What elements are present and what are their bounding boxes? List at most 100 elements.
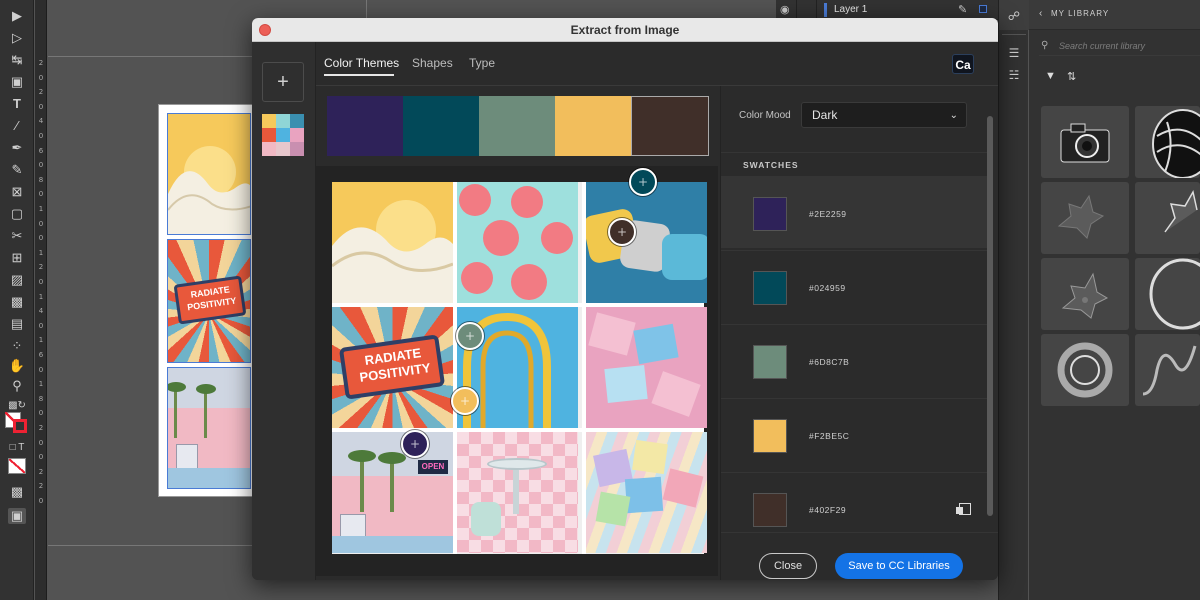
tab-type[interactable]: Type xyxy=(469,56,495,70)
gradient-feather-tool-icon[interactable]: ▩ xyxy=(8,294,26,310)
tab-color-themes[interactable]: Color Themes xyxy=(324,56,399,70)
color-mood-dropdown[interactable]: Dark ⌄ xyxy=(801,102,967,128)
layer-name[interactable]: Layer 1 xyxy=(834,4,867,15)
gradient-swatch-tool-icon[interactable]: ▨ xyxy=(8,272,26,288)
apply-none-icon[interactable] xyxy=(8,458,26,474)
scissors-tool-icon[interactable]: ✂ xyxy=(8,228,26,244)
mosaic-tile-radiate: RADIATE POSITIVITY xyxy=(332,307,453,428)
rectangle-tool-icon[interactable]: ▢ xyxy=(8,206,26,222)
pen-icon[interactable]: ✎ xyxy=(958,3,967,16)
pencil-tool-icon[interactable]: ✎ xyxy=(8,162,26,178)
color-picker-handle[interactable] xyxy=(608,218,636,246)
swatch-chip[interactable] xyxy=(753,493,787,527)
theme-swatch[interactable] xyxy=(555,96,631,156)
dialog-tabs: Color Themes Shapes Type xyxy=(324,42,724,82)
mosaic-tile-candy xyxy=(586,307,707,428)
formatting-affects-container-icon[interactable]: □ T xyxy=(8,440,26,456)
eyedropper-tool-icon[interactable]: ⁘ xyxy=(8,338,26,354)
add-image-button[interactable]: + xyxy=(262,62,304,102)
ruler-tick-label: 0 xyxy=(38,278,44,286)
theme-swatch[interactable] xyxy=(479,96,555,156)
cc-libraries-icon[interactable]: ☵ xyxy=(1005,68,1023,82)
swatch-row[interactable]: #402F29 xyxy=(721,472,987,532)
type-tool-icon[interactable]: T xyxy=(8,96,26,112)
direct-selection-tool-icon[interactable]: ▷ xyxy=(8,30,26,46)
free-transform-tool-icon[interactable]: ⊞ xyxy=(8,250,26,266)
chevron-down-icon: ⌄ xyxy=(949,110,958,121)
swatch-hex: #402F29 xyxy=(809,505,847,515)
screen-mode-icon[interactable]: ▣ xyxy=(8,508,26,524)
ruler-tick-label: 0 xyxy=(38,321,44,330)
swatch-row[interactable]: #6D8C7B xyxy=(721,324,987,396)
arcade-image-frame[interactable] xyxy=(167,367,251,489)
library-item-holly-branch[interactable] xyxy=(1135,182,1200,254)
mosaic-tile-diner xyxy=(457,432,578,553)
color-options-pane: Color Mood Dark ⌄ SWATCHES #2E2259 #0249… xyxy=(720,86,998,580)
gap-tool-icon[interactable]: ↹ xyxy=(8,52,26,68)
color-picker-handle[interactable] xyxy=(629,168,657,196)
rectangle-frame-tool-icon[interactable]: ⊠ xyxy=(8,184,26,200)
pen-tool-icon[interactable]: ✒ xyxy=(8,140,26,156)
ruler-tick-label: 0 xyxy=(38,132,44,140)
sort-icon[interactable]: ⇅ xyxy=(1067,70,1076,83)
wave-image-frame[interactable] xyxy=(167,113,251,235)
mosaic-tile-arcade: OPEN xyxy=(332,432,453,553)
zoom-tool-icon[interactable]: ⚲ xyxy=(8,378,26,394)
save-to-libraries-button[interactable]: Save to CC Libraries xyxy=(835,553,963,579)
library-item-camera[interactable] xyxy=(1041,106,1129,178)
color-picker-handle[interactable] xyxy=(456,322,484,350)
selection-tool-icon[interactable]: ▶ xyxy=(8,8,26,24)
swatch-chip[interactable] xyxy=(753,197,787,231)
line-tool-icon[interactable]: ∕ xyxy=(8,118,26,134)
layer-color-icon[interactable] xyxy=(979,5,987,13)
ruler-tick-label: 2 xyxy=(38,482,44,491)
library-item-holly-sprig[interactable] xyxy=(1041,258,1129,330)
library-item-ring[interactable] xyxy=(1135,258,1200,330)
view-mode-icon[interactable]: ▩ xyxy=(8,484,26,500)
library-item-yarn[interactable] xyxy=(1135,106,1200,178)
document-page[interactable]: RADIATE POSITIVITY xyxy=(158,104,256,497)
tab-shapes[interactable]: Shapes xyxy=(412,56,453,70)
filter-icon[interactable]: ▼ xyxy=(1045,70,1056,82)
theme-swatch[interactable] xyxy=(631,96,709,156)
swatches-scrollbar[interactable] xyxy=(987,116,993,516)
theme-swatch[interactable] xyxy=(403,96,479,156)
copy-icon[interactable] xyxy=(956,503,971,515)
chevron-left-icon[interactable]: ‹ xyxy=(1039,8,1042,19)
color-theme-strip xyxy=(327,96,709,156)
library-item-wave[interactable] xyxy=(1135,334,1200,406)
swatch-chip[interactable] xyxy=(753,345,787,379)
library-search-input[interactable]: Search current library xyxy=(1039,36,1200,56)
active-tab-indicator xyxy=(324,74,394,76)
layers-stack-icon[interactable]: ☰ xyxy=(1005,46,1023,60)
source-image-mosaic[interactable]: RADIATE POSITIVITY OPEN xyxy=(332,168,707,554)
note-tool-icon[interactable]: ▤ xyxy=(8,316,26,332)
visibility-eye-icon[interactable]: ◉ xyxy=(780,3,790,16)
library-item-holly-leaf[interactable] xyxy=(1041,182,1129,254)
ruler-tick-label: 0 xyxy=(38,219,44,228)
swatch-row[interactable]: #024959 xyxy=(721,250,987,322)
ruler-tick-label: 1 xyxy=(38,248,44,257)
swatch-chip[interactable] xyxy=(753,419,787,453)
links-icon[interactable]: ☍ xyxy=(1005,9,1023,23)
ruler-tick-label: 4 xyxy=(38,307,44,316)
ruler-tick-label: 0 xyxy=(38,102,44,111)
theme-swatch[interactable] xyxy=(327,96,403,156)
source-image-thumbnail[interactable] xyxy=(262,114,304,156)
library-item-donut[interactable] xyxy=(1041,334,1129,406)
hand-tool-icon[interactable]: ✋ xyxy=(8,358,26,374)
radiate-positivity-frame[interactable]: RADIATE POSITIVITY xyxy=(167,239,251,363)
neon-sign: OPEN xyxy=(418,460,448,474)
color-picker-handle[interactable] xyxy=(401,430,429,458)
ruler-tick-label: 6 xyxy=(38,146,44,155)
close-button[interactable]: Close xyxy=(759,553,817,579)
fill-stroke-icon[interactable] xyxy=(5,412,29,434)
swatch-row[interactable]: #2E2259 xyxy=(721,176,987,248)
swatch-chip[interactable] xyxy=(753,271,787,305)
swatch-row[interactable]: #F2BE5C xyxy=(721,398,987,470)
library-title[interactable]: MY LIBRARY xyxy=(1051,9,1109,18)
color-picker-handle[interactable] xyxy=(451,387,479,415)
mosaic-tile-grapefruit xyxy=(457,182,578,303)
content-collector-icon[interactable]: ▣ xyxy=(8,74,26,90)
ruler-tick-label: 0 xyxy=(38,438,44,447)
